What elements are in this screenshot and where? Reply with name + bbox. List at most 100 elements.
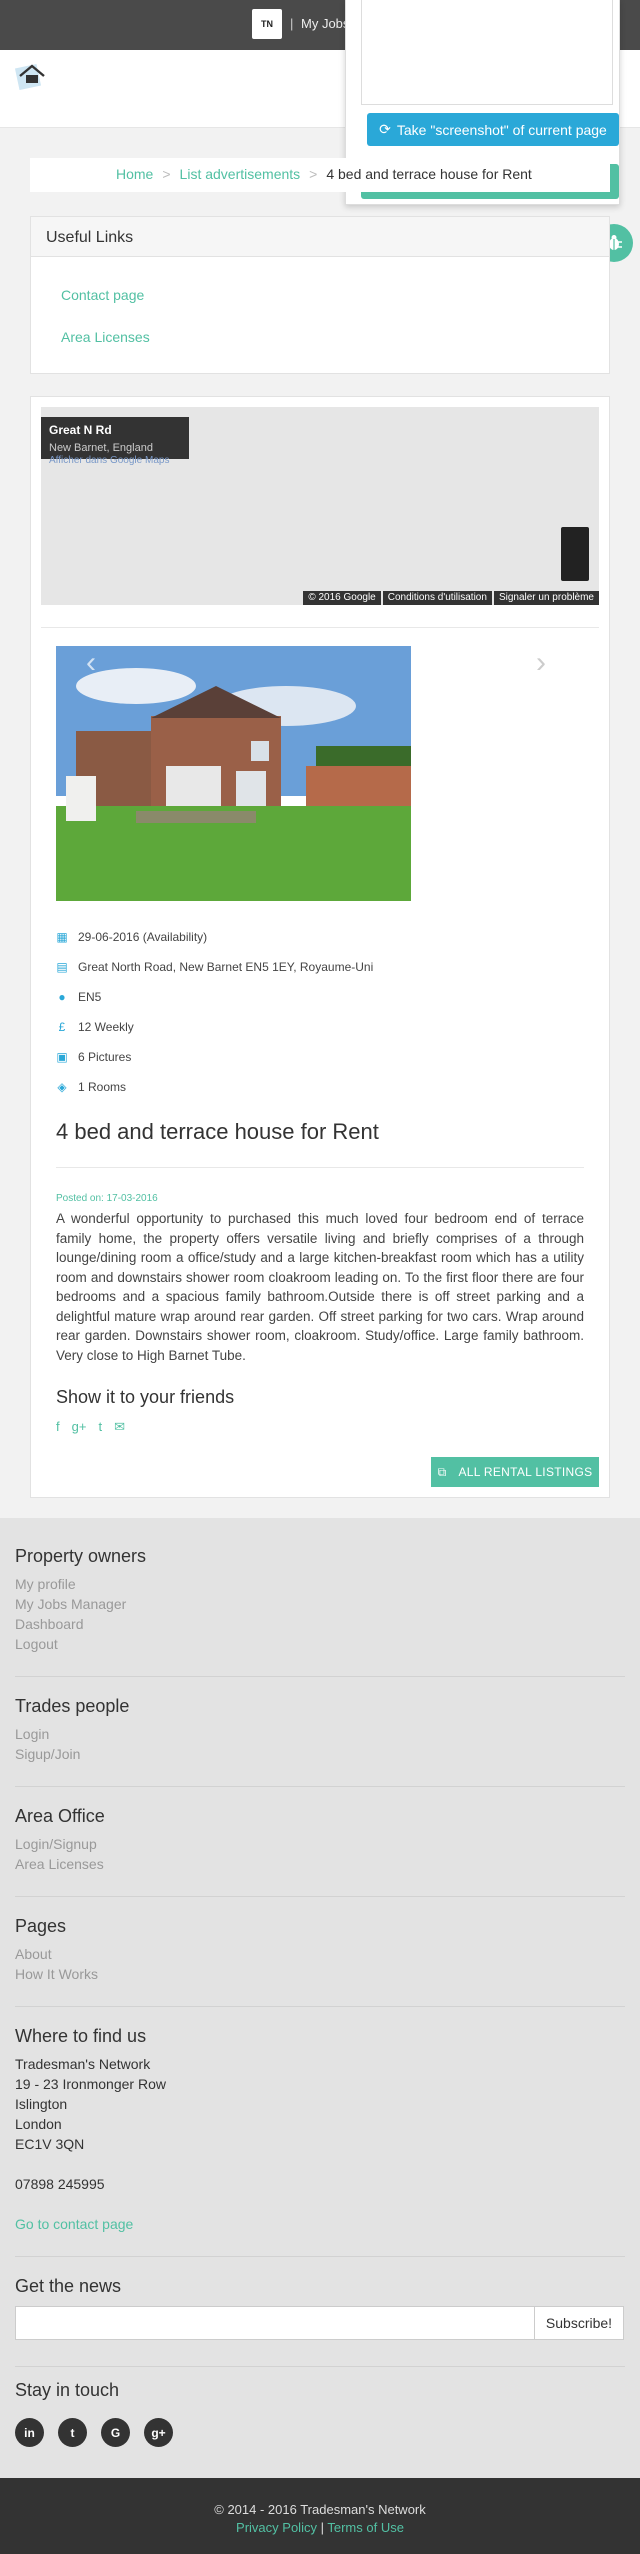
area-licenses-footer-link[interactable]: Area Licenses: [15, 1856, 104, 1872]
breadcrumb-divider: >: [309, 166, 318, 182]
phone-number: 07898 245995: [15, 2176, 105, 2192]
legal-links: Privacy Policy | Terms of Use: [0, 2520, 640, 2535]
address-line: London: [15, 2116, 62, 2132]
divider: [15, 2006, 625, 2007]
map-copyright: © 2016 Google: [303, 591, 381, 605]
availability-text: 29-06-2016 (Availability): [78, 930, 208, 944]
listing-description: A wonderful opportunity to purchased thi…: [56, 1211, 584, 1363]
how-it-works-link[interactable]: How It Works: [15, 1966, 98, 1982]
map-zoom-control[interactable]: [561, 527, 589, 581]
login-link[interactable]: Login: [15, 1726, 49, 1742]
address-line: Islington: [15, 2096, 68, 2112]
image-icon: ▣: [56, 1050, 68, 1064]
contact-page-link[interactable]: Contact page: [61, 287, 144, 303]
footer-owners-title: Property owners: [15, 1546, 147, 1566]
email-icon[interactable]: ✉: [114, 1419, 125, 1435]
dashboard-link[interactable]: Dashboard: [15, 1616, 84, 1632]
location-map[interactable]: Great N Rd New Barnet, England Afficher …: [41, 407, 599, 605]
breadcrumb-divider: >: [162, 166, 171, 182]
refresh-icon: ⟳: [379, 121, 391, 137]
divider: [15, 2366, 625, 2367]
google-plus-icon[interactable]: g+: [144, 2418, 173, 2447]
signup-link[interactable]: Sigup/Join: [15, 1746, 80, 1762]
next-photo-icon[interactable]: ›: [536, 646, 546, 680]
facebook-icon[interactable]: f: [56, 1419, 60, 1435]
divider: [15, 1676, 625, 1677]
my-jobs-manager-link[interactable]: My Jobs Manager: [15, 1596, 126, 1612]
map-report-link[interactable]: Signaler un problème: [493, 591, 599, 605]
map-place-name: Great N Rd: [49, 423, 112, 437]
pictures-detail: ▣ 6 Pictures: [56, 1050, 131, 1064]
address-line: Tradesman's Network: [15, 2056, 151, 2072]
pictures-text: 6 Pictures: [78, 1050, 132, 1064]
site-logo[interactable]: [14, 60, 48, 90]
google-icon[interactable]: G: [101, 2418, 130, 2447]
footer-trades-title: Trades people: [15, 1696, 130, 1716]
my-profile-link[interactable]: My profile: [15, 1576, 76, 1592]
twitter-icon[interactable]: t: [58, 2418, 87, 2447]
take-screenshot-button[interactable]: ⟳ Take "screenshot" of current page: [367, 113, 619, 146]
divider: [15, 1896, 625, 1897]
go-to-contact-link[interactable]: Go to contact page: [15, 2216, 133, 2232]
breadcrumb-list-advertisements[interactable]: List advertisements: [180, 166, 301, 182]
listing-title: 4 bed and terrace house for Rent: [56, 1119, 379, 1144]
copyright-bar: © 2014 - 2016 Tradesman's Network Privac…: [0, 2478, 640, 2554]
breadcrumb-home[interactable]: Home: [116, 166, 153, 182]
address-text: Great North Road, New Barnet EN5 1EY, Ro…: [78, 960, 374, 974]
topbar-separator: |: [290, 16, 294, 31]
pound-icon: £: [58, 1020, 66, 1034]
useful-links-panel: Useful Links Contact page Area Licenses: [30, 216, 610, 374]
property-photo: [56, 646, 411, 901]
pin-icon: ●: [58, 990, 66, 1004]
map-icon: ▤: [56, 960, 68, 974]
area-login-link[interactable]: Login/Signup: [15, 1836, 97, 1852]
social-links: in t G g+: [15, 2418, 173, 2447]
divider: [15, 2256, 625, 2257]
map-place-area: New Barnet, England: [49, 442, 153, 454]
about-link[interactable]: About: [15, 1946, 52, 1962]
my-jobs-link[interactable]: My Jobs: [301, 16, 349, 31]
copy-icon: ⧉: [437, 1464, 447, 1479]
privacy-policy-link[interactable]: Privacy Policy: [236, 2520, 317, 2535]
view-in-google-maps-link[interactable]: Afficher dans Google Maps: [49, 455, 169, 466]
postcode-text: EN5: [78, 990, 102, 1004]
breadcrumb-current: 4 bed and terrace house for Rent: [326, 166, 532, 182]
availability-detail: ▦ 29-06-2016 (Availability): [56, 930, 207, 944]
price-detail: £ 12 Weekly: [56, 1020, 134, 1034]
calendar-icon: ▦: [56, 930, 68, 944]
address-line: 19 - 23 Ironmonger Row: [15, 2076, 166, 2092]
footer-pages-title: Pages: [15, 1916, 67, 1936]
posted-date: Posted on: 17-03-2016: [56, 1193, 158, 1204]
footer-touch-title: Stay in touch: [15, 2380, 120, 2400]
map-attribution: © 2016 Google Conditions d'utilisation S…: [303, 591, 599, 605]
all-rental-listings-button[interactable]: ⧉ ALL RENTAL LISTINGS: [431, 1457, 599, 1487]
rooms-icon: ◈: [57, 1080, 67, 1094]
previous-photo-icon[interactable]: ‹: [86, 646, 96, 680]
twitter-icon[interactable]: t: [98, 1419, 102, 1435]
legal-separator: |: [320, 2520, 324, 2535]
rooms-detail: ◈ 1 Rooms: [56, 1080, 126, 1094]
map-terms-link[interactable]: Conditions d'utilisation: [382, 591, 492, 605]
report-textarea[interactable]: [361, 0, 613, 105]
divider: [56, 1167, 584, 1168]
google-plus-icon[interactable]: g+: [72, 1419, 87, 1435]
address-line: EC1V 3QN: [15, 2136, 85, 2152]
footer-area-title: Area Office: [15, 1806, 105, 1826]
linkedin-icon[interactable]: in: [15, 2418, 44, 2447]
useful-links-title: Useful Links: [31, 217, 609, 257]
newsletter-email-input[interactable]: [15, 2306, 535, 2340]
postcode-detail: ● EN5: [56, 990, 101, 1004]
map-info-card: Great N Rd New Barnet, England: [41, 417, 189, 459]
avatar[interactable]: TN: [252, 9, 282, 39]
all-rental-listings-label: ALL RENTAL LISTINGS: [458, 1465, 593, 1479]
breadcrumb: Home > List advertisements >4 bed and terra…: [30, 158, 610, 192]
share-icons: f g+ t ✉: [56, 1419, 125, 1435]
divider: [15, 1786, 625, 1787]
rooms-text: 1 Rooms: [78, 1080, 127, 1094]
terms-of-use-link[interactable]: Terms of Use: [327, 2520, 404, 2535]
area-licenses-link[interactable]: Area Licenses: [61, 329, 150, 345]
subscribe-button[interactable]: Subscribe!: [534, 2306, 624, 2340]
site-footer: Property owners My profile My Jobs Manag…: [0, 1518, 640, 2478]
logout-link[interactable]: Logout: [15, 1636, 58, 1652]
price-text: 12 Weekly: [78, 1020, 134, 1034]
